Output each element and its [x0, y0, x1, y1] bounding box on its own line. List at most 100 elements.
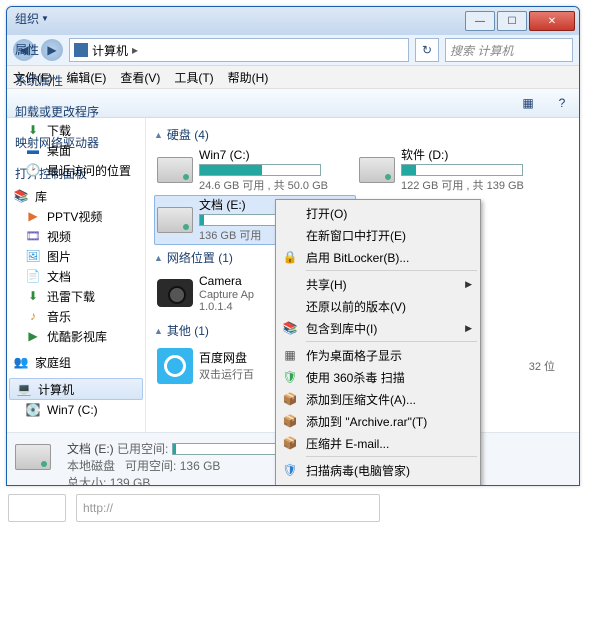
- context-menu-item[interactable]: 📚 包含到库中(I) ▶: [278, 317, 478, 339]
- sidebar-item-label: Win7 (C:): [47, 403, 98, 417]
- sidebar-item-icon: 📄: [25, 268, 41, 284]
- context-menu-item[interactable]: 📦 压缩并 E-mail...: [278, 432, 478, 454]
- status-total-value: 139 GB: [110, 476, 151, 487]
- sidebar-item-icon: ▬: [25, 142, 41, 158]
- menu-item-icon: ▦: [282, 347, 298, 363]
- address-bar[interactable]: 计算机 ▸: [69, 38, 409, 62]
- sidebar-item-label: 桌面: [47, 142, 71, 159]
- sidebar-item-icon: ▶: [25, 208, 41, 224]
- libraries-label: 库: [35, 188, 47, 205]
- sidebar-item[interactable]: ♪音乐: [7, 306, 145, 326]
- menu-item-icon: 🛡: [282, 462, 298, 478]
- url-input[interactable]: http://: [76, 494, 380, 522]
- context-menu-item[interactable]: 在新窗口中打开(E): [278, 224, 478, 246]
- computer-item[interactable]: 💻 计算机: [9, 378, 143, 400]
- explorer-window: — ☐ ✕ ◀ ▶ 计算机 ▸ ↻ 搜索 计算机 文件(F)编辑(E)查看(V)…: [6, 6, 580, 486]
- submenu-arrow-icon: ▶: [465, 323, 472, 334]
- small-input[interactable]: [8, 494, 66, 522]
- collapse-icon: ▲: [154, 326, 163, 336]
- sidebar-item-label: 迅雷下载: [47, 288, 95, 305]
- status-type: 本地磁盘: [67, 459, 115, 473]
- sidebar-item[interactable]: ⬇下载: [7, 120, 145, 140]
- menu-item-label: 使用 360杀毒 扫描: [306, 369, 405, 386]
- menu-item-label: 添加到压缩文件(A)...: [306, 391, 416, 408]
- sidebar-item[interactable]: 💽Win7 (C:): [7, 400, 145, 420]
- sidebar-item[interactable]: 🕑 最近访问的位置: [7, 160, 145, 180]
- sidebar-item-icon: 🖼: [25, 248, 41, 264]
- context-menu-item[interactable]: 🔒启用 BitLocker(B)...: [278, 246, 478, 268]
- sidebar-item-icon: 🕑: [25, 162, 41, 178]
- help-button[interactable]: ?: [553, 94, 571, 112]
- sidebar-item-label: 最近访问的位置: [47, 162, 131, 179]
- group-drives-label: 硬盘 (4): [167, 126, 209, 143]
- context-menu-item[interactable]: 打开(O): [278, 202, 478, 224]
- drive-icon: [157, 157, 193, 183]
- sidebar-item[interactable]: ▶优酷影视库: [7, 326, 145, 346]
- context-menu-item[interactable]: ▦作为桌面格子显示: [278, 344, 478, 366]
- context-menu-item[interactable]: 📦 添加到 "Archive.rar"(T): [278, 410, 478, 432]
- sidebar-item[interactable]: ▶ PPTV视频: [7, 206, 145, 226]
- menu-item-icon: 📦: [282, 391, 298, 407]
- group-drives-header[interactable]: ▲ 硬盘 (4): [154, 126, 571, 143]
- sidebar-item[interactable]: 🎞视频: [7, 226, 145, 246]
- menu-item-icon: 📦: [282, 435, 298, 451]
- toolbar-item[interactable]: 属性: [15, 41, 99, 58]
- menu-item-label: 包含到库中(I): [306, 320, 377, 337]
- sidebar-item-label: 文档: [47, 268, 71, 285]
- sidebar-item-label: 音乐: [47, 308, 71, 325]
- minimize-button[interactable]: —: [465, 11, 495, 31]
- view-options-button[interactable]: ▦: [519, 94, 537, 112]
- context-menu-item[interactable]: 还原以前的版本(V): [278, 295, 478, 317]
- search-input[interactable]: 搜索 计算机: [445, 38, 573, 62]
- context-menu-item[interactable]: 📦 添加到压缩文件(A)...: [278, 388, 478, 410]
- libraries-header[interactable]: 📚 库: [7, 186, 145, 206]
- homegroup-label: 家庭组: [35, 354, 71, 371]
- other-item-tail-text: 32 位: [529, 358, 555, 374]
- context-menu-item[interactable]: 共享(H)▶: [278, 273, 478, 295]
- context-menu-item[interactable]: 🛡使用 360杀毒 扫描: [278, 366, 478, 388]
- breadcrumb-arrow-icon[interactable]: ▸: [132, 43, 138, 57]
- submenu-arrow-icon: ▶: [465, 279, 472, 290]
- sidebar-item[interactable]: ⬇迅雷下载: [7, 286, 145, 306]
- refresh-button[interactable]: ↻: [415, 38, 439, 62]
- libraries-icon: 📚: [13, 188, 29, 204]
- menu-item-icon: 📚: [282, 320, 298, 336]
- menu-item-label: 压缩并 E-mail...: [306, 435, 389, 452]
- drive-item[interactable]: Win7 (C:)24.6 GB 可用 , 共 50.0 GB: [154, 145, 356, 195]
- sidebar-item-icon: ▶: [25, 328, 41, 344]
- baidu-icon: [157, 348, 193, 384]
- navigation-pane: ⬇下载▬桌面🕑最近访问的位置 📚 库 ▶PPTV视频🎞视频🖼图片📄文档⬇迅雷下载…: [7, 118, 146, 432]
- menu-item[interactable]: 工具(T): [174, 69, 213, 86]
- drive-item[interactable]: 软件 (D:)122 GB 可用 , 共 139 GB: [356, 145, 558, 195]
- sidebar-item-label: 图片: [47, 248, 71, 265]
- menu-item[interactable]: 查看(V): [120, 69, 160, 86]
- sidebar-item-icon: ⬇: [25, 122, 41, 138]
- context-menu-item[interactable]: ✿使用 360强力删除: [278, 481, 478, 486]
- menu-item-label: 添加到 "Archive.rar"(T): [306, 413, 427, 430]
- drive-space-text: 122 GB 可用 , 共 139 GB: [401, 177, 555, 193]
- maximize-button[interactable]: ☐: [497, 11, 527, 31]
- menu-separator: [306, 270, 477, 271]
- sidebar-item-label: PPTV视频: [47, 208, 102, 225]
- toolbar-item[interactable]: 组织 ▼: [15, 10, 99, 27]
- sidebar-item[interactable]: 📄 文档: [7, 266, 145, 286]
- menu-item-label: 扫描病毒(电脑管家): [306, 462, 410, 479]
- status-free-label: 可用空间:: [125, 459, 176, 473]
- sidebar-item[interactable]: ▬ 桌面: [7, 140, 145, 160]
- computer-label: 计算机: [38, 381, 74, 398]
- menu-item-label: 在新窗口中打开(E): [306, 227, 406, 244]
- menu-separator: [306, 456, 477, 457]
- sidebar-item[interactable]: 🖼 图片: [7, 246, 145, 266]
- lower-panel: http://: [8, 494, 600, 522]
- toolbar-item[interactable]: 系统属性: [15, 72, 99, 89]
- close-button[interactable]: ✕: [529, 11, 575, 31]
- status-title: 文档 (E:): [67, 442, 114, 456]
- menu-item-icon: 📦: [282, 413, 298, 429]
- menu-item[interactable]: 帮助(H): [228, 69, 269, 86]
- camera-icon: [157, 279, 193, 307]
- homegroup-icon: 👥: [13, 354, 29, 370]
- homegroup-item[interactable]: 👥 家庭组: [7, 352, 145, 372]
- group-other-label: 其他 (1): [167, 322, 209, 339]
- computer-icon: 💻: [16, 381, 32, 397]
- context-menu-item[interactable]: 🛡 扫描病毒(电脑管家): [278, 459, 478, 481]
